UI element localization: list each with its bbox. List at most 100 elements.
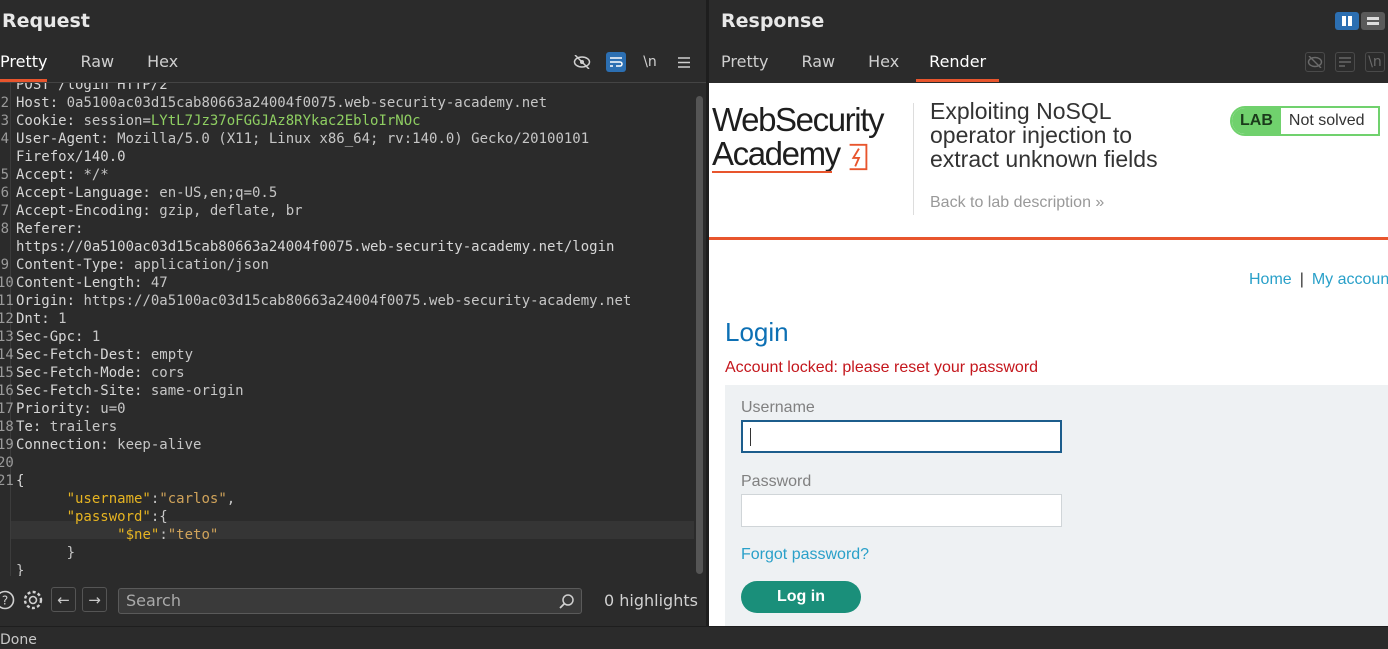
line-number: 7 bbox=[0, 203, 9, 219]
header-value: 1 bbox=[49, 311, 67, 327]
lab-tag: LAB bbox=[1232, 108, 1281, 134]
username-label: Username bbox=[741, 399, 815, 416]
line-code: "$ne":"teto" bbox=[16, 526, 218, 544]
request-line: 3 Cookie: session=LYtL7Jz37oFGGJAz8RYkac2… bbox=[0, 112, 694, 130]
request-line: 2 Host: 0a5100ac03d15cab80663a24004f0075.… bbox=[0, 94, 694, 112]
header-name: Cookie: bbox=[16, 113, 76, 129]
header-name: Accept-Encoding: bbox=[16, 203, 151, 219]
login-form: Username Password Forgot password? Log i… bbox=[725, 385, 1388, 626]
header-value: Mozilla/5.0 (X11; Linux x86_64; rv:140.0… bbox=[108, 131, 590, 147]
tab-render[interactable]: Render bbox=[916, 52, 1000, 82]
request-line: 4 User-Agent: Mozilla/5.0 (X11; Linux x86… bbox=[0, 130, 694, 148]
header-value: 0a5100ac03d15cab80663a24004f0075.web-sec… bbox=[58, 95, 548, 111]
tab-pretty[interactable]: Pretty bbox=[0, 52, 48, 82]
header-divider bbox=[709, 237, 1388, 240]
forgot-password-link[interactable]: Forgot password? bbox=[741, 546, 869, 564]
line-code: Firefox/140.0 bbox=[16, 148, 126, 166]
line-code: Accept-Language: en-US,en;q=0.5 bbox=[16, 184, 277, 202]
line-number: 20 bbox=[0, 455, 14, 471]
header-name: Content-Type: bbox=[16, 257, 126, 273]
header-value: */* bbox=[75, 167, 109, 183]
side-by-side-layout-icon[interactable] bbox=[1335, 12, 1359, 30]
header-name: Accept-Language: bbox=[16, 185, 151, 201]
header-value: en-US,en;q=0.5 bbox=[150, 185, 278, 201]
tab-raw[interactable]: Raw bbox=[801, 52, 835, 82]
burp-repeater-window: Request Pretty Raw Hex \n POST /login HT… bbox=[0, 0, 1388, 649]
header-value: trailers bbox=[41, 419, 118, 435]
nav-home[interactable]: Home bbox=[1249, 271, 1292, 288]
line-code: Connection: keep-alive bbox=[16, 436, 201, 454]
tab-pretty[interactable]: Pretty bbox=[721, 52, 768, 82]
tab-raw[interactable]: Raw bbox=[80, 52, 114, 82]
line-code: Origin: https://0a5100ac03d15cab80663a24… bbox=[16, 292, 631, 310]
password-field[interactable] bbox=[741, 494, 1062, 527]
error-message: Account locked: please reset your passwo… bbox=[725, 359, 1039, 376]
username-field[interactable] bbox=[741, 420, 1062, 453]
line-number: 2 bbox=[0, 95, 9, 111]
header-separator bbox=[913, 103, 914, 215]
line-number: 11 bbox=[0, 293, 14, 309]
request-line: 13 Sec-Gpc: 1 bbox=[0, 328, 694, 346]
line-number: 18 bbox=[0, 419, 14, 435]
json-key: "password" bbox=[66, 509, 151, 525]
lightning-icon bbox=[849, 143, 868, 171]
json-punct: } bbox=[66, 545, 76, 561]
header-name: Firefox/140.0 bbox=[16, 149, 126, 165]
request-line: 12 Dnt: 1 bbox=[0, 310, 694, 328]
line-code: Sec-Gpc: 1 bbox=[16, 328, 100, 346]
stacked-layout-icon[interactable] bbox=[1361, 12, 1385, 30]
line-code: } bbox=[16, 562, 24, 576]
menu-icon[interactable] bbox=[674, 52, 694, 72]
line-code: Sec-Fetch-Site: same-origin bbox=[16, 382, 244, 400]
back-to-lab-link[interactable]: Back to lab description » bbox=[930, 194, 1104, 212]
line-code: } bbox=[16, 544, 75, 562]
tab-hex[interactable]: Hex bbox=[147, 52, 178, 82]
previous-icon[interactable]: ← bbox=[51, 587, 76, 612]
gear-icon[interactable] bbox=[22, 589, 44, 611]
line-code: Content-Type: application/json bbox=[16, 256, 269, 274]
header-name: Connection: bbox=[16, 437, 109, 453]
line-number: 5 bbox=[0, 167, 9, 183]
search-placeholder: Search bbox=[126, 591, 181, 610]
request-toolbar: \n bbox=[572, 52, 694, 72]
request-editor[interactable]: POST /login HTTP/2 2 Host: 0a5100ac03d15ca… bbox=[0, 83, 694, 576]
request-line: 10 Content-Length: 47 bbox=[0, 274, 694, 292]
lab-title: Exploiting NoSQL operator injection to e… bbox=[930, 98, 1158, 172]
editor-scrollbar[interactable] bbox=[696, 96, 703, 574]
wrap-icon[interactable] bbox=[606, 52, 626, 72]
header-value: u=0 bbox=[91, 401, 126, 417]
next-icon[interactable]: → bbox=[82, 587, 107, 612]
request-title: Request bbox=[2, 10, 90, 32]
request-line: Firefox/140.0 bbox=[0, 148, 694, 166]
page-title: Login bbox=[725, 317, 789, 347]
header-value: 1 bbox=[83, 329, 101, 345]
json-key: "username" bbox=[66, 491, 151, 507]
header-value: keep-alive bbox=[108, 437, 202, 453]
logo-line-1: WebSecurity bbox=[712, 101, 884, 138]
header-name: Sec-Gpc: bbox=[16, 329, 84, 345]
eye-slash-icon[interactable] bbox=[572, 52, 592, 72]
login-button[interactable]: Log in bbox=[741, 581, 861, 613]
tab-hex[interactable]: Hex bbox=[868, 52, 899, 82]
line-code: Sec-Fetch-Mode: cors bbox=[16, 364, 185, 382]
line-number: 13 bbox=[0, 329, 14, 345]
line-code: Referer: bbox=[16, 220, 83, 238]
line-code: Sec-Fetch-Dest: empty bbox=[16, 346, 193, 364]
search-input[interactable]: Search bbox=[118, 588, 582, 614]
line-number: 15 bbox=[0, 365, 14, 381]
lab-status-badge: LAB Not solved bbox=[1230, 106, 1381, 136]
line-code: "password":{ bbox=[16, 508, 168, 526]
request-panel: Request Pretty Raw Hex \n POST /login HT… bbox=[0, 0, 706, 626]
json-string: "carlos" bbox=[159, 491, 227, 507]
request-line: POST /login HTTP/2 bbox=[0, 83, 694, 94]
newline-icon[interactable]: \n bbox=[640, 52, 660, 72]
help-icon[interactable]: ? bbox=[0, 589, 16, 611]
header-name: Accept: bbox=[16, 167, 76, 183]
nav-my-account[interactable]: My account bbox=[1312, 271, 1388, 288]
json-punct: } bbox=[16, 563, 25, 576]
line-code: Content-Length: 47 bbox=[16, 274, 168, 292]
wrap-icon bbox=[1335, 52, 1355, 72]
